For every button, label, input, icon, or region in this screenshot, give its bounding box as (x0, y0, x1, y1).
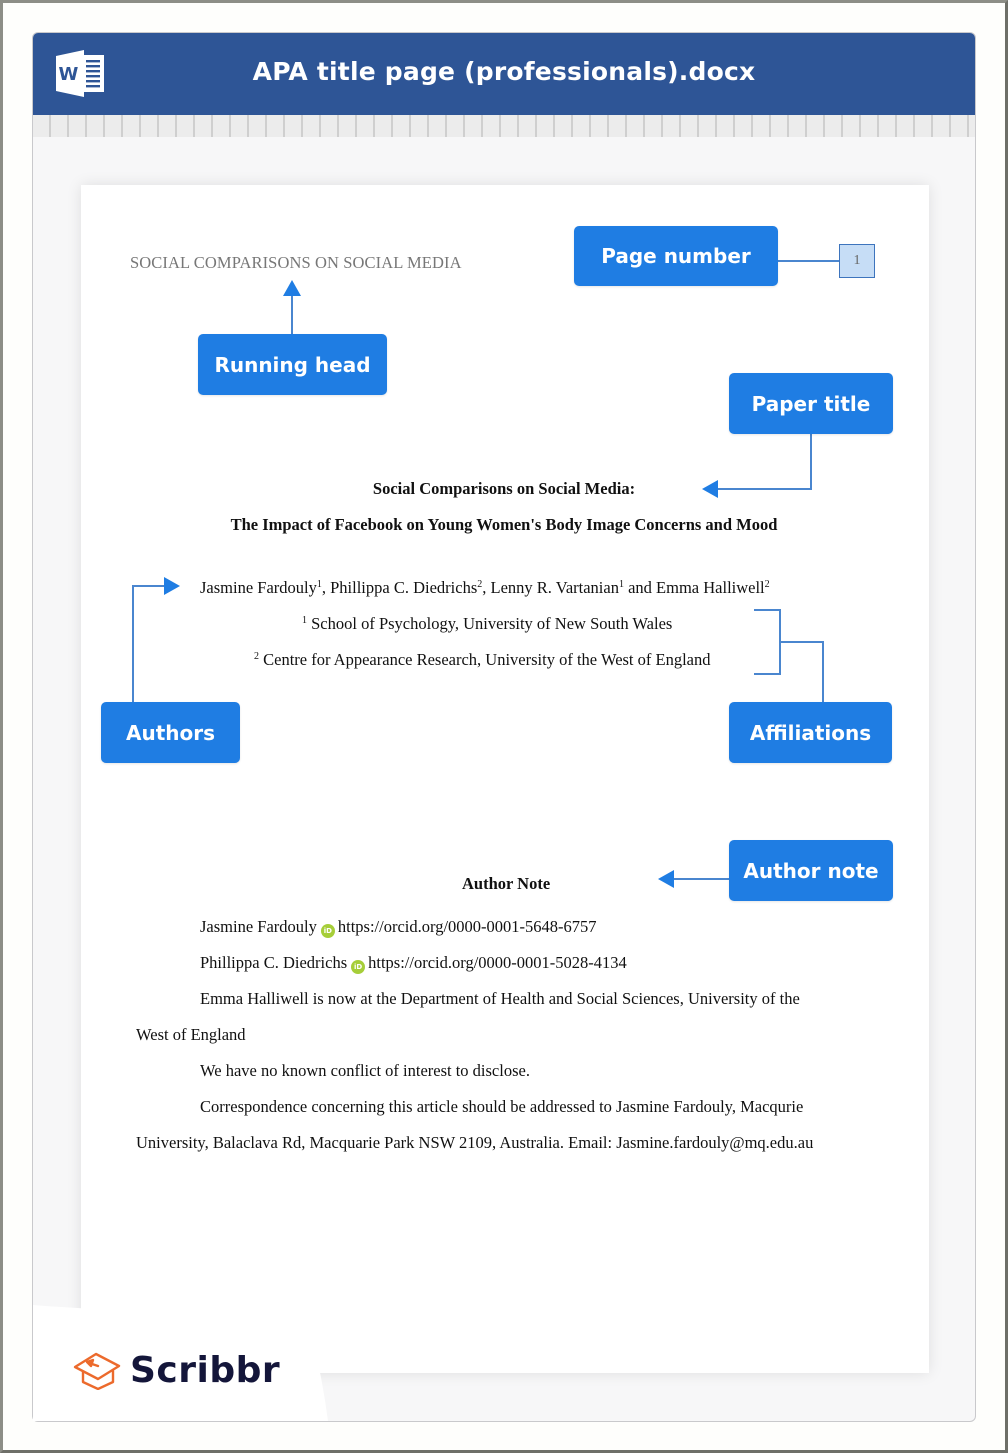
affiliation-line: 1 School of Psychology, University of Ne… (302, 614, 672, 634)
running-head-text: SOCIAL COMPARISONS ON SOCIAL MEDIA (130, 253, 462, 272)
callout-authors: Authors (101, 702, 240, 763)
correspondence-line-1: Correspondence concerning this article s… (200, 1097, 804, 1116)
author-separator: and (623, 578, 657, 597)
author-name: Jasmine Fardouly (200, 578, 317, 597)
ruler (33, 115, 975, 137)
orcid-link[interactable]: https://orcid.org/0000-0001-5028-4134 (368, 953, 627, 972)
callout-affiliations: Affiliations (729, 702, 892, 763)
orcid-author-name: Phillippa C. Diedrichs (200, 953, 348, 972)
callout-paper-title: Paper title (729, 373, 893, 434)
affiliation-text: School of Psychology, University of New … (307, 614, 673, 633)
orcid-author-name: Jasmine Fardouly (200, 917, 317, 936)
author-note-heading: Author Note (462, 874, 551, 893)
author-separator: , (482, 578, 491, 597)
author-separator: , (321, 578, 331, 597)
affiliation-change-line-2: West of England (136, 1025, 246, 1044)
callout-author-note: Author note (729, 840, 893, 901)
callout-running-head: Running head (198, 334, 387, 395)
document-title: APA title page (professionals).docx (252, 57, 756, 86)
paper-title-line-1: Social Comparisons on Social Media: (372, 479, 636, 498)
page-number-box: 1 (839, 244, 875, 278)
orcid-icon: iD (351, 960, 366, 974)
scribbr-logo: Scribbr (72, 1348, 280, 1392)
orcid-line: Jasmine Fardouly iD https://orcid.org/0000… (200, 917, 597, 938)
callout-page-number: Page number (574, 226, 778, 286)
author-name: Phillippa C. Diedrichs (330, 578, 478, 597)
correspondence-line-2: University, Balaclava Rd, Macquarie Park… (136, 1133, 814, 1152)
affiliation-line: 2 Centre for Appearance Research, Univer… (254, 650, 711, 670)
conflict-disclosure: We have no known conflict of interest to… (200, 1061, 530, 1080)
scribbr-wordmark: Scribbr (130, 1349, 281, 1391)
affiliation-change-line-1: Emma Halliwell is now at the Department … (200, 989, 800, 1008)
title-bar: W APA title page (professionals).docx (33, 33, 975, 115)
graduation-cap-icon (73, 1352, 121, 1390)
paper-title-line-2: The Impact of Facebook on Young Women's … (230, 515, 778, 534)
orcid-link[interactable]: https://orcid.org/0000-0001-5648-6757 (338, 917, 597, 936)
orcid-line: Phillippa C. Diedrichs iD https://orcid.or… (200, 953, 627, 974)
author-name: Emma Halliwell (656, 578, 765, 597)
affiliation-text: Centre for Appearance Research, Universi… (259, 650, 711, 669)
authors-line: Jasmine Fardouly1, Phillippa C. Diedrich… (200, 578, 770, 598)
orcid-icon: iD (320, 924, 335, 938)
author-affiliation-num: 2 (764, 579, 770, 590)
author-name: Lenny R. Vartanian (490, 578, 619, 597)
